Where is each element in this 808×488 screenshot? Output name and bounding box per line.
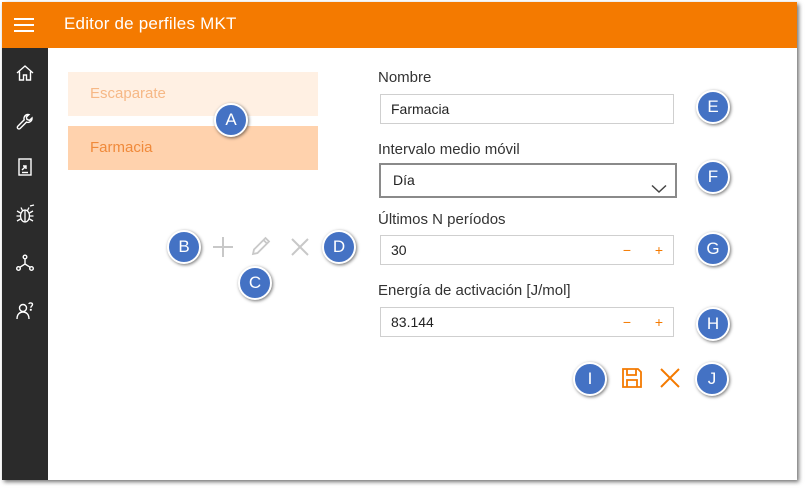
marker-i: I <box>573 362 607 396</box>
marker-a: A <box>214 103 248 137</box>
title-bar: Editor de perfiles MKT <box>2 2 797 48</box>
plus-icon[interactable] <box>210 234 236 260</box>
marker-j: J <box>695 362 729 396</box>
periodos-label: Últimos N períodos <box>378 211 506 228</box>
energia-value: 83.144 <box>391 314 434 330</box>
energia-label: Energía de activación [J/mol] <box>378 282 571 299</box>
profile-list: Escaparate Farmacia <box>68 72 318 170</box>
periodos-value: 30 <box>391 242 407 258</box>
save-icon[interactable] <box>619 365 645 391</box>
marker-h: H <box>696 307 730 341</box>
intervalo-selected-value: Día <box>393 172 415 188</box>
bug-icon[interactable] <box>10 199 40 229</box>
sidebar <box>2 48 48 480</box>
intervalo-label: Intervalo medio móvil <box>378 141 520 158</box>
periodos-stepper[interactable]: 30 − + <box>380 235 674 265</box>
energia-increment-button[interactable]: + <box>649 308 669 336</box>
periodos-increment-button[interactable]: + <box>649 236 669 264</box>
marker-e: E <box>696 90 730 124</box>
marker-c: C <box>238 266 272 300</box>
cancel-icon[interactable] <box>657 365 683 391</box>
nombre-field[interactable]: Farmacia <box>380 94 674 124</box>
app-title: Editor de perfiles MKT <box>64 14 237 33</box>
periodos-decrement-button[interactable]: − <box>617 236 637 264</box>
marker-b: B <box>167 230 201 264</box>
marker-f: F <box>696 160 730 194</box>
intervalo-select[interactable]: Día <box>379 163 677 198</box>
close-icon[interactable] <box>287 234 313 260</box>
profile-item-escaparate[interactable]: Escaparate <box>68 72 318 116</box>
app-window: Editor de perfiles MKT Escaparate Farmac… <box>2 2 797 480</box>
nombre-label: Nombre <box>378 69 432 86</box>
profile-item-farmacia[interactable]: Farmacia <box>68 126 318 170</box>
pencil-icon[interactable] <box>248 233 274 259</box>
hamburger-menu-icon[interactable] <box>14 14 36 36</box>
marker-g: G <box>696 232 730 266</box>
network-icon[interactable] <box>10 248 40 278</box>
home-icon[interactable] <box>10 58 40 88</box>
wrench-icon[interactable] <box>10 107 40 137</box>
energia-stepper[interactable]: 83.144 − + <box>380 307 674 337</box>
energia-decrement-button[interactable]: − <box>617 308 637 336</box>
user-help-icon[interactable] <box>10 296 40 326</box>
marker-d: D <box>322 230 356 264</box>
report-icon[interactable] <box>10 152 40 182</box>
chevron-down-icon <box>651 174 667 205</box>
